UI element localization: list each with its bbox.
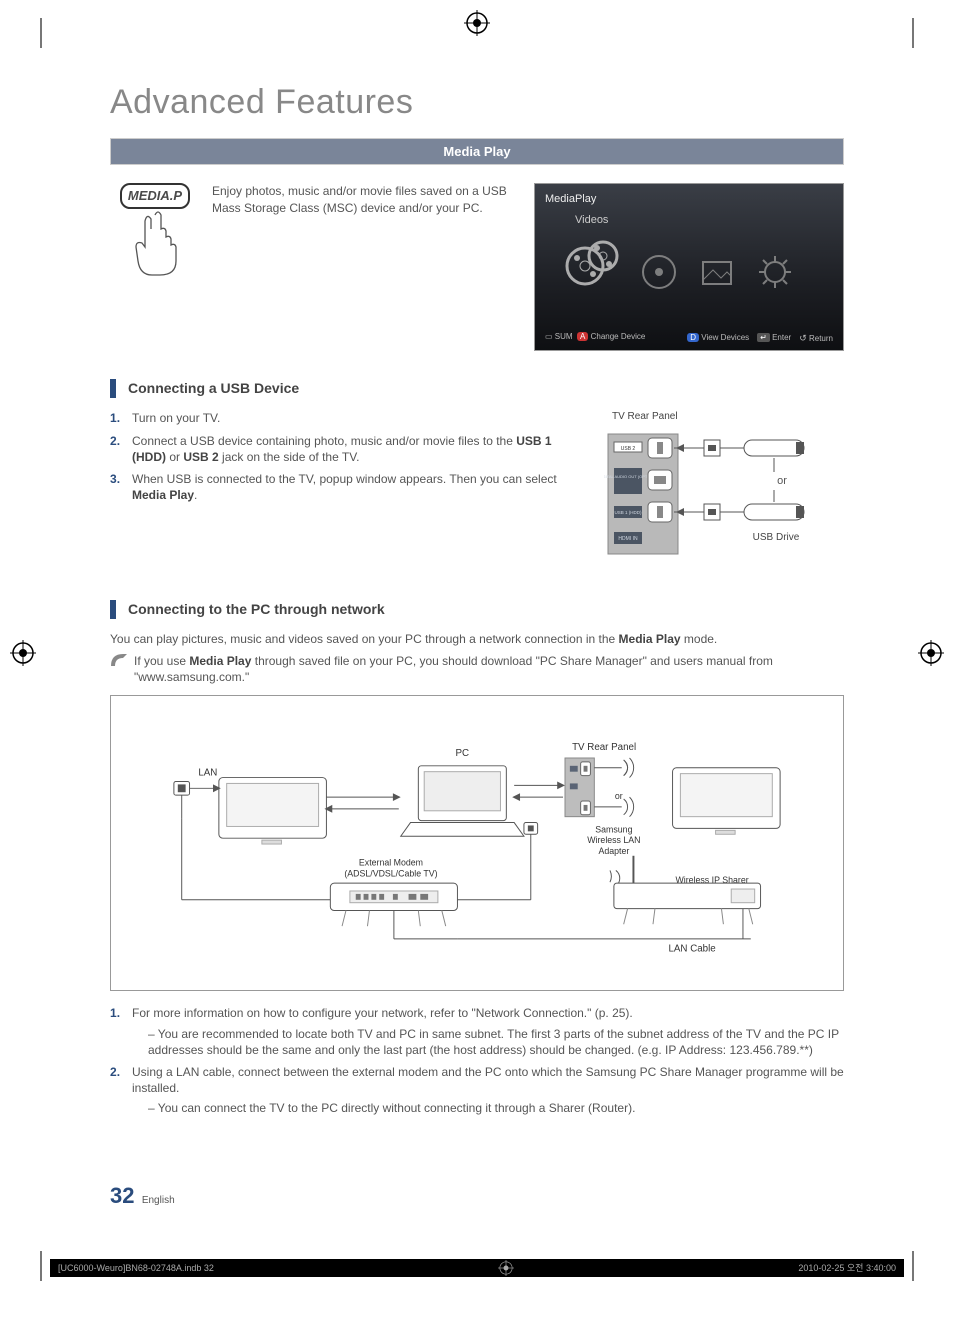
usb-steps: Turn on your TV. Connect a USB device co… <box>110 410 584 503</box>
svg-text:External Modem: External Modem <box>359 858 423 868</box>
step-item: Using a LAN cable, connect between the e… <box>110 1064 844 1117</box>
svg-text:PC: PC <box>456 749 470 760</box>
page-title: Advanced Features <box>110 80 844 126</box>
mediaplay-footer-left: ▭ SUM A Change Device <box>545 332 645 345</box>
mediaplay-screenshot: MediaPlay Videos <box>534 183 844 351</box>
svg-text:Adapter: Adapter <box>598 846 629 856</box>
intro: MEDIA.P Enjoy photos, music and/or movie… <box>110 183 518 351</box>
svg-text:TV Rear Panel: TV Rear Panel <box>572 743 636 754</box>
note-text: If you use Media Play through saved file… <box>134 653 844 685</box>
network-diagram: LAN PC TV Rear Panel or Samsung Wireless… <box>110 695 844 991</box>
crop-mark <box>912 18 914 48</box>
svg-text:LAN Cable: LAN Cable <box>668 944 715 955</box>
svg-text:LAN: LAN <box>198 768 217 779</box>
a-button-icon: A <box>577 332 588 341</box>
page: Advanced Features Media Play MEDIA.P Enj… <box>0 0 954 1321</box>
pc-intro: You can play pictures, music and videos … <box>110 631 844 647</box>
svg-text:HDMI IN: HDMI IN <box>618 536 638 542</box>
svg-text:Samsung: Samsung <box>595 825 632 835</box>
svg-text:USB 1 (HDD): USB 1 (HDD) <box>614 510 642 515</box>
mediaplay-title: MediaPlay <box>545 192 833 207</box>
crop-mark <box>40 18 42 48</box>
step-item: When USB is connected to the TV, popup w… <box>110 471 584 503</box>
substep: You are recommended to locate both TV an… <box>148 1026 844 1058</box>
step-item: Turn on your TV. <box>110 410 584 426</box>
usb-heading: Connecting a USB Device <box>110 379 844 398</box>
photos-icon <box>697 252 737 292</box>
note: If you use Media Play through saved file… <box>110 653 844 685</box>
section-header: Media Play <box>110 138 844 166</box>
substep: You can connect the TV to the PC directl… <box>148 1100 844 1116</box>
settings-icon <box>755 252 795 292</box>
svg-text:USB 2: USB 2 <box>621 446 636 452</box>
registration-mark-icon <box>498 1260 514 1276</box>
enter-icon: ↵ <box>757 333 770 342</box>
step-item: Connect a USB device containing photo, m… <box>110 433 584 465</box>
step-item: For more information on how to configure… <box>110 1005 844 1058</box>
mediaplay-footer-right: D View Devices ↵ Enter ↺ Return <box>687 332 833 345</box>
registration-mark-icon <box>918 640 944 666</box>
intro-text: Enjoy photos, music and/or movie files s… <box>212 183 518 351</box>
registration-mark-icon <box>10 640 36 666</box>
pc-heading: Connecting to the PC through network <box>110 600 844 619</box>
svg-text:Wireless LAN: Wireless LAN <box>587 836 640 846</box>
rear-panel-diagram: TV Rear Panel USB 2 DIGITAL AUDIO OUT (O… <box>604 410 844 572</box>
crop-mark <box>40 1251 42 1281</box>
svg-text:or: or <box>777 475 787 487</box>
pc-steps: For more information on how to configure… <box>110 1005 844 1116</box>
mediaplay-subtitle: Videos <box>575 213 833 228</box>
remote-button-illustration: MEDIA.P <box>110 183 200 351</box>
rear-panel-label: TV Rear Panel <box>612 410 844 424</box>
page-number: 32 <box>110 1183 134 1208</box>
return-icon: ↺ <box>799 332 807 344</box>
svg-text:(ADSL/VDSL/Cable TV): (ADSL/VDSL/Cable TV) <box>344 869 437 879</box>
music-icon <box>639 252 679 292</box>
print-strip: [UC6000-Weuro]BN68-02748A.indb 32 2010-0… <box>50 1259 904 1277</box>
note-icon <box>110 653 128 685</box>
page-footer: 32 English <box>110 1181 175 1211</box>
videos-icon <box>565 236 621 292</box>
svg-text:or: or <box>615 792 623 802</box>
page-language: English <box>142 1195 175 1206</box>
print-date: 2010-02-25 오전 3:40:00 <box>798 1262 896 1274</box>
usb-icon: ▭ <box>545 332 553 341</box>
crop-mark <box>912 1251 914 1281</box>
hand-icon <box>125 207 185 277</box>
print-file: [UC6000-Weuro]BN68-02748A.indb 32 <box>58 1262 214 1274</box>
d-button-icon: D <box>687 333 699 342</box>
remote-button-label: MEDIA.P <box>120 183 190 209</box>
svg-text:USB Drive: USB Drive <box>753 532 800 543</box>
registration-mark-icon <box>464 10 490 36</box>
